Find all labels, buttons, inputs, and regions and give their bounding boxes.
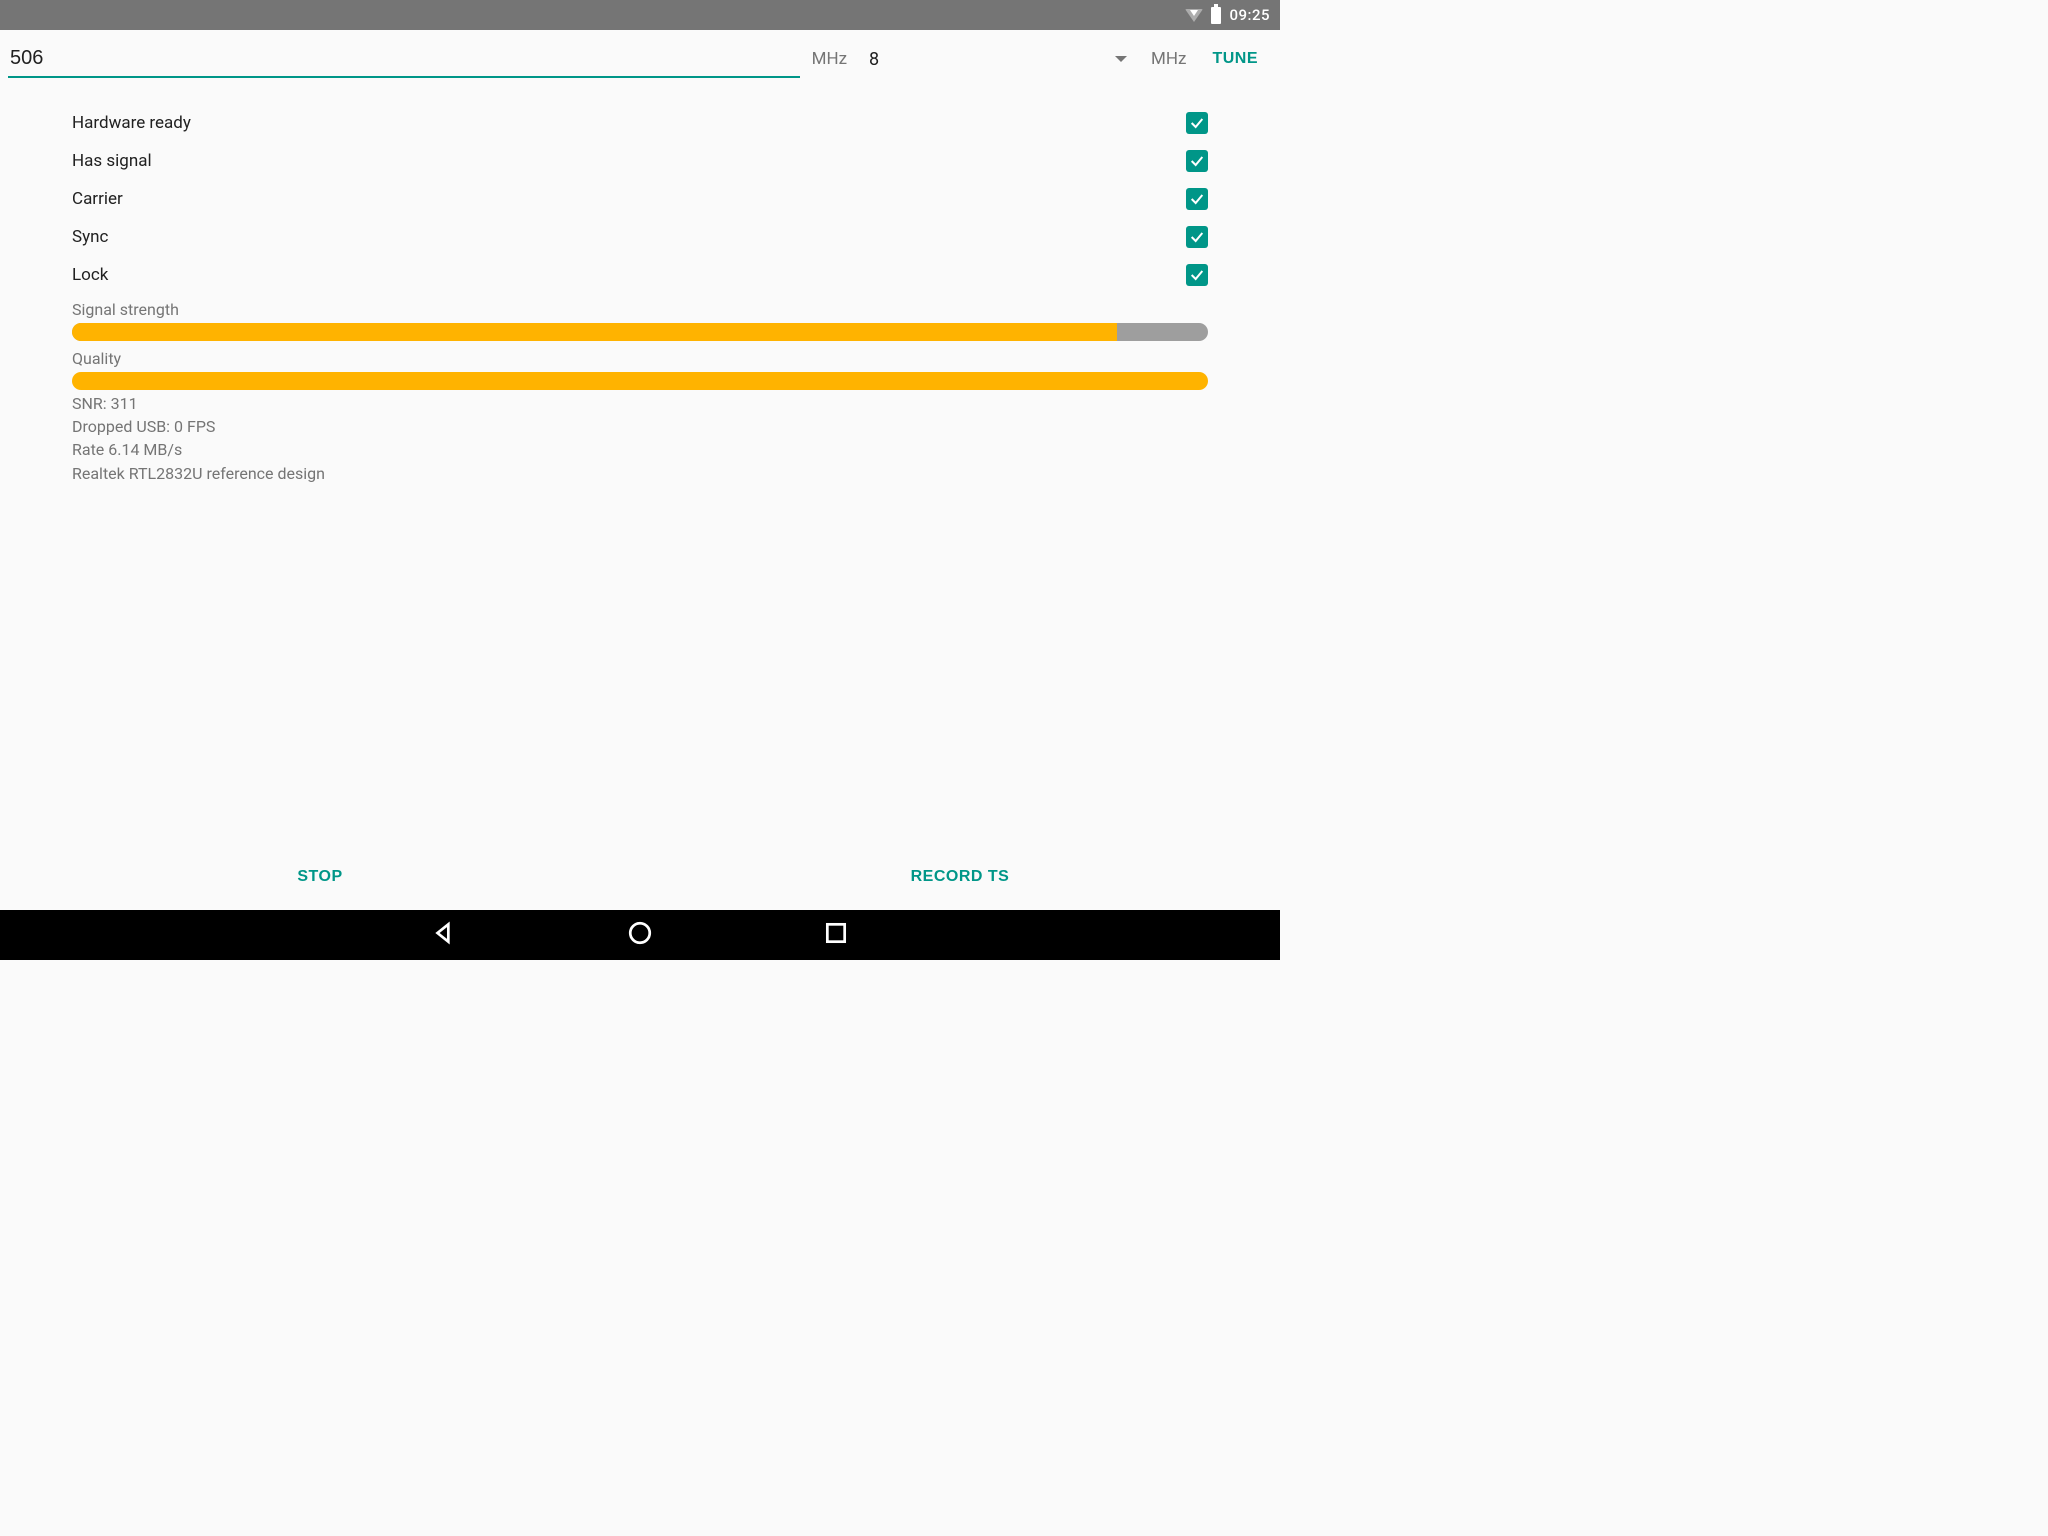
bottom-actions: STOP RECORD TS bbox=[0, 850, 1280, 910]
checkbox-carrier[interactable] bbox=[1186, 188, 1208, 210]
tune-button[interactable]: TUNE bbox=[1198, 40, 1272, 78]
quality-bar bbox=[72, 372, 1208, 390]
status-clock: 09:25 bbox=[1229, 6, 1270, 24]
content-area: Hardware ready Has signal Carrier Sync L… bbox=[0, 78, 1280, 850]
checkbox-hardware-ready[interactable] bbox=[1186, 112, 1208, 134]
device-text: Realtek RTL2832U reference design bbox=[72, 462, 1208, 485]
frequency-input[interactable] bbox=[8, 41, 800, 78]
home-icon bbox=[627, 920, 653, 946]
rate-text: Rate 6.14 MB/s bbox=[72, 438, 1208, 461]
check-icon bbox=[1189, 267, 1205, 283]
battery-icon bbox=[1211, 7, 1221, 24]
row-carrier: Carrier bbox=[72, 180, 1208, 218]
stop-button[interactable]: STOP bbox=[0, 868, 640, 886]
label-signal-strength: Signal strength bbox=[72, 300, 1208, 319]
chevron-down-icon bbox=[1115, 56, 1127, 62]
recents-button[interactable] bbox=[823, 920, 849, 950]
frequency-unit-label: MHz bbox=[808, 49, 851, 69]
row-hardware-ready: Hardware ready bbox=[72, 104, 1208, 142]
label-carrier: Carrier bbox=[72, 189, 123, 209]
back-icon bbox=[431, 920, 457, 946]
signal-strength-bar bbox=[72, 323, 1208, 341]
check-icon bbox=[1189, 191, 1205, 207]
quality-fill bbox=[72, 372, 1208, 390]
check-icon bbox=[1189, 153, 1205, 169]
label-hardware-ready: Hardware ready bbox=[72, 113, 191, 133]
snr-text: SNR: 311 bbox=[72, 392, 1208, 415]
tuner-row: MHz 8 MHz TUNE bbox=[0, 30, 1280, 78]
label-lock: Lock bbox=[72, 265, 108, 285]
status-bar: 09:25 bbox=[0, 0, 1280, 30]
row-lock: Lock bbox=[72, 256, 1208, 294]
home-button[interactable] bbox=[627, 920, 653, 950]
check-icon bbox=[1189, 115, 1205, 131]
signal-strength-fill bbox=[72, 323, 1117, 341]
row-has-signal: Has signal bbox=[72, 142, 1208, 180]
bandwidth-value: 8 bbox=[863, 49, 1113, 70]
record-ts-button[interactable]: RECORD TS bbox=[640, 868, 1280, 886]
bandwidth-select[interactable]: 8 bbox=[859, 43, 1139, 76]
checkbox-sync[interactable] bbox=[1186, 226, 1208, 248]
checkbox-has-signal[interactable] bbox=[1186, 150, 1208, 172]
label-sync: Sync bbox=[72, 227, 108, 247]
navigation-bar bbox=[0, 910, 1280, 960]
recents-icon bbox=[823, 920, 849, 946]
check-icon bbox=[1189, 229, 1205, 245]
row-sync: Sync bbox=[72, 218, 1208, 256]
back-button[interactable] bbox=[431, 920, 457, 950]
bandwidth-unit-label: MHz bbox=[1147, 49, 1190, 69]
label-quality: Quality bbox=[72, 349, 1208, 368]
dropped-text: Dropped USB: 0 FPS bbox=[72, 415, 1208, 438]
checkbox-lock[interactable] bbox=[1186, 264, 1208, 286]
wifi-icon bbox=[1185, 9, 1203, 22]
label-has-signal: Has signal bbox=[72, 151, 152, 171]
